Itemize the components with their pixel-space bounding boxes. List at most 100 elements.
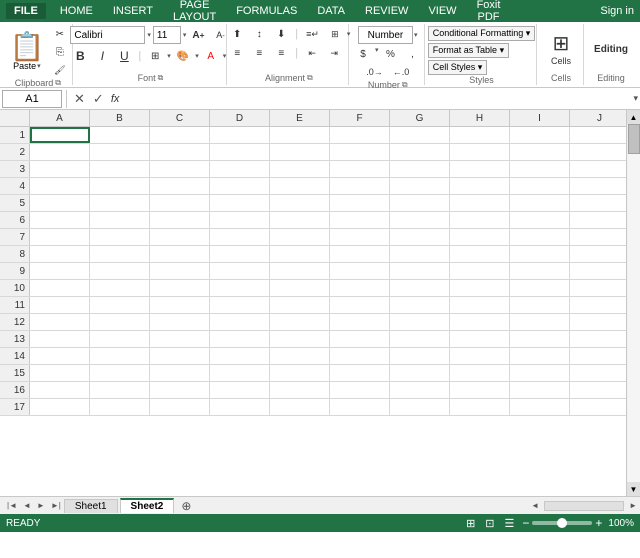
cell-H17[interactable]: [450, 399, 510, 415]
cell-D12[interactable]: [210, 314, 270, 330]
tab-data[interactable]: DATA: [307, 0, 355, 25]
row-number-2[interactable]: 2: [0, 144, 30, 160]
cell-G13[interactable]: [390, 331, 450, 347]
number-expand[interactable]: ⧉: [402, 80, 408, 90]
fill-color-button[interactable]: 🎨: [173, 48, 193, 64]
cell-C5[interactable]: [150, 195, 210, 211]
sheet-nav-next[interactable]: ►: [34, 501, 48, 510]
cell-G5[interactable]: [390, 195, 450, 211]
cell-A10[interactable]: [30, 280, 90, 296]
cell-I7[interactable]: [510, 229, 570, 245]
cell-F8[interactable]: [330, 246, 390, 262]
cell-J10[interactable]: [570, 280, 630, 296]
sheet-nav-first[interactable]: |◄: [4, 501, 20, 510]
cell-J14[interactable]: [570, 348, 630, 364]
font-size-input[interactable]: [153, 26, 181, 44]
cell-G7[interactable]: [390, 229, 450, 245]
align-middle-button[interactable]: ↕: [249, 26, 269, 42]
tab-page-layout[interactable]: PAGE LAYOUT: [163, 0, 226, 25]
col-header-E[interactable]: E: [270, 110, 330, 126]
cell-D15[interactable]: [210, 365, 270, 381]
cell-D5[interactable]: [210, 195, 270, 211]
cell-C15[interactable]: [150, 365, 210, 381]
sheet-nav-prev[interactable]: ◄: [20, 501, 34, 510]
cell-F10[interactable]: [330, 280, 390, 296]
cell-H14[interactable]: [450, 348, 510, 364]
number-format-arrow[interactable]: ▾: [414, 31, 418, 39]
col-header-B[interactable]: B: [90, 110, 150, 126]
align-top-button[interactable]: ⬆: [227, 26, 247, 42]
increase-font-button[interactable]: A+: [188, 27, 208, 43]
cell-H15[interactable]: [450, 365, 510, 381]
cell-G10[interactable]: [390, 280, 450, 296]
cell-B16[interactable]: [90, 382, 150, 398]
cell-I12[interactable]: [510, 314, 570, 330]
cut-button[interactable]: ✂: [50, 26, 70, 42]
row-number-1[interactable]: 1: [0, 127, 30, 143]
cell-C10[interactable]: [150, 280, 210, 296]
cell-J13[interactable]: [570, 331, 630, 347]
cell-D1[interactable]: [210, 127, 270, 143]
borders-dropdown[interactable]: ▾: [167, 52, 171, 60]
cell-C14[interactable]: [150, 348, 210, 364]
add-sheet-button[interactable]: ⊕: [176, 499, 196, 513]
cell-E3[interactable]: [270, 161, 330, 177]
cell-E1[interactable]: [270, 127, 330, 143]
zoom-percentage[interactable]: 100%: [608, 518, 634, 529]
cell-A5[interactable]: [30, 195, 90, 211]
cell-B2[interactable]: [90, 144, 150, 160]
cell-C17[interactable]: [150, 399, 210, 415]
cell-I10[interactable]: [510, 280, 570, 296]
cell-H12[interactable]: [450, 314, 510, 330]
normal-view-button[interactable]: ⊞: [464, 517, 477, 530]
cell-G6[interactable]: [390, 212, 450, 228]
page-layout-view-button[interactable]: ⊡: [483, 517, 496, 530]
cell-I8[interactable]: [510, 246, 570, 262]
cell-J15[interactable]: [570, 365, 630, 381]
cell-G14[interactable]: [390, 348, 450, 364]
cell-H11[interactable]: [450, 297, 510, 313]
h-scroll-left[interactable]: ◄: [528, 501, 542, 510]
cell-G15[interactable]: [390, 365, 450, 381]
cell-C6[interactable]: [150, 212, 210, 228]
alignment-expand[interactable]: ⧉: [307, 73, 313, 83]
sheet-tab-1[interactable]: Sheet1: [64, 499, 118, 513]
row-number-9[interactable]: 9: [0, 263, 30, 279]
font-expand[interactable]: ⧉: [158, 73, 164, 83]
cell-I4[interactable]: [510, 178, 570, 194]
font-color-button[interactable]: A: [201, 48, 221, 64]
cell-J9[interactable]: [570, 263, 630, 279]
row-number-11[interactable]: 11: [0, 297, 30, 313]
tab-formulas[interactable]: FORMULAS: [226, 0, 307, 25]
cell-E16[interactable]: [270, 382, 330, 398]
cell-J12[interactable]: [570, 314, 630, 330]
zoom-plus-button[interactable]: +: [595, 516, 602, 530]
paste-dropdown-arrow[interactable]: ▾: [37, 62, 41, 70]
merge-button[interactable]: ⊞: [325, 26, 345, 42]
cell-E10[interactable]: [270, 280, 330, 296]
number-format-dropdown[interactable]: Number: [358, 26, 413, 44]
cell-I14[interactable]: [510, 348, 570, 364]
cell-I11[interactable]: [510, 297, 570, 313]
row-number-15[interactable]: 15: [0, 365, 30, 381]
cell-E9[interactable]: [270, 263, 330, 279]
cell-F6[interactable]: [330, 212, 390, 228]
cell-G11[interactable]: [390, 297, 450, 313]
tab-insert[interactable]: INSERT: [103, 0, 163, 25]
cell-F1[interactable]: [330, 127, 390, 143]
scroll-thumb[interactable]: [628, 124, 640, 154]
cell-A16[interactable]: [30, 382, 90, 398]
row-number-3[interactable]: 3: [0, 161, 30, 177]
format-table-button[interactable]: Format as Table ▾: [428, 43, 509, 58]
cell-B6[interactable]: [90, 212, 150, 228]
cell-D13[interactable]: [210, 331, 270, 347]
paste-button[interactable]: 📋 Paste ▾: [6, 33, 48, 71]
cell-A15[interactable]: [30, 365, 90, 381]
decrease-indent-button[interactable]: ⇤: [302, 45, 322, 61]
align-bottom-button[interactable]: ⬇: [271, 26, 291, 42]
bold-button[interactable]: B: [70, 47, 90, 65]
row-number-6[interactable]: 6: [0, 212, 30, 228]
cell-I9[interactable]: [510, 263, 570, 279]
fill-color-dropdown[interactable]: ▾: [195, 52, 199, 60]
cell-G17[interactable]: [390, 399, 450, 415]
